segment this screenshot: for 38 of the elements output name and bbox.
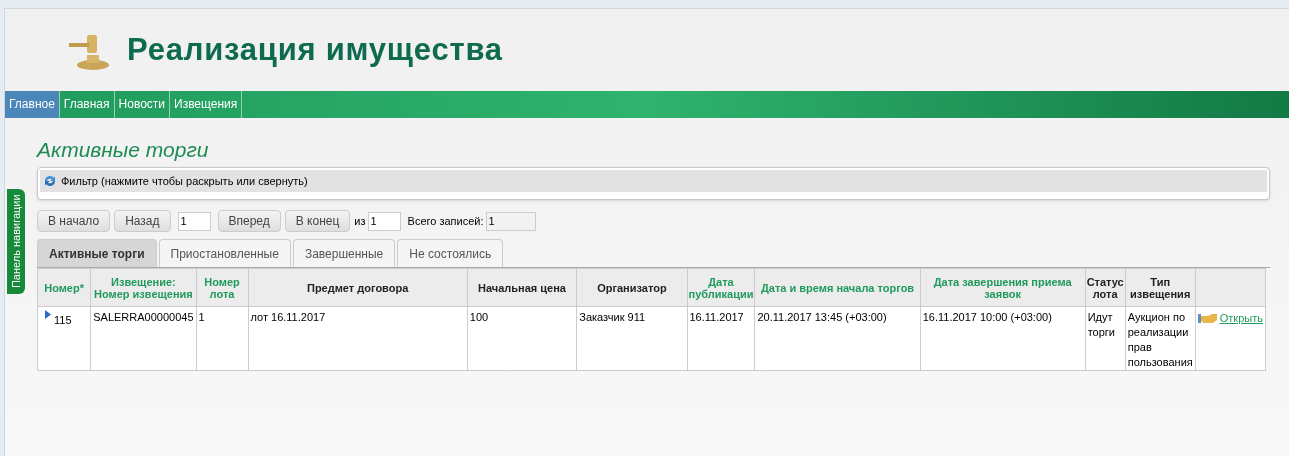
table-cell: 1 bbox=[196, 306, 248, 371]
tab[interactable]: Приостановленные bbox=[158, 239, 291, 267]
handshake-icon bbox=[1197, 312, 1218, 324]
navigation-panel-tab[interactable]: Панель навигации bbox=[7, 189, 25, 294]
open-link[interactable]: Открыть bbox=[1219, 310, 1263, 327]
column-header: Организатор bbox=[576, 268, 687, 307]
page-title: Активные торги bbox=[37, 137, 210, 163]
pager-button[interactable]: Вперед bbox=[217, 210, 281, 232]
table-cell: Аукцион по реализации прав пользования bbox=[1125, 306, 1196, 371]
refresh-icon bbox=[43, 174, 57, 188]
pager-button[interactable]: В начало bbox=[37, 210, 111, 232]
table-cell: SALERRA00000045 bbox=[90, 306, 196, 371]
tab[interactable]: Завершенные bbox=[292, 239, 396, 267]
table-cell: 16.11.2017 10:00 (+03:00) bbox=[920, 306, 1086, 371]
page-field[interactable]: 1 bbox=[485, 211, 536, 231]
tab[interactable]: Активные торги bbox=[37, 239, 157, 267]
filter-toggle[interactable]: Фильтр (нажмите чтобы раскрыть или свернуть) bbox=[40, 170, 1267, 192]
table-cell: лот 16.11.2017 bbox=[248, 306, 468, 371]
column-header: Начальная цена bbox=[467, 268, 577, 307]
expand-arrow-icon[interactable] bbox=[45, 310, 51, 319]
column-header: Статус лота bbox=[1085, 268, 1126, 307]
table-cell: Идут торги bbox=[1085, 306, 1126, 371]
table-cell: 20.11.2017 13:45 (+03:00) bbox=[754, 306, 921, 371]
page-field[interactable]: 1 bbox=[367, 211, 401, 231]
nav-link[interactable]: Главное bbox=[5, 91, 60, 118]
column-header: Предмет договора bbox=[248, 268, 468, 307]
tab[interactable]: Не состоялись bbox=[397, 239, 504, 267]
column-header: Тип извещения bbox=[1125, 268, 1196, 307]
pager-button[interactable]: Назад bbox=[114, 210, 171, 232]
pager-label: из bbox=[354, 213, 366, 229]
table-cell: 16.11.2017 bbox=[687, 306, 755, 371]
pager-button[interactable]: В конец bbox=[284, 210, 351, 232]
pager-label: Всего записей: bbox=[407, 213, 484, 229]
page-field[interactable]: 1 bbox=[177, 211, 211, 231]
table-cell: 100 bbox=[467, 306, 577, 371]
site-title: Реализация имущества bbox=[127, 30, 503, 69]
table-cell: 115 bbox=[54, 313, 72, 328]
table-cell: Заказчик 911 bbox=[576, 306, 687, 371]
